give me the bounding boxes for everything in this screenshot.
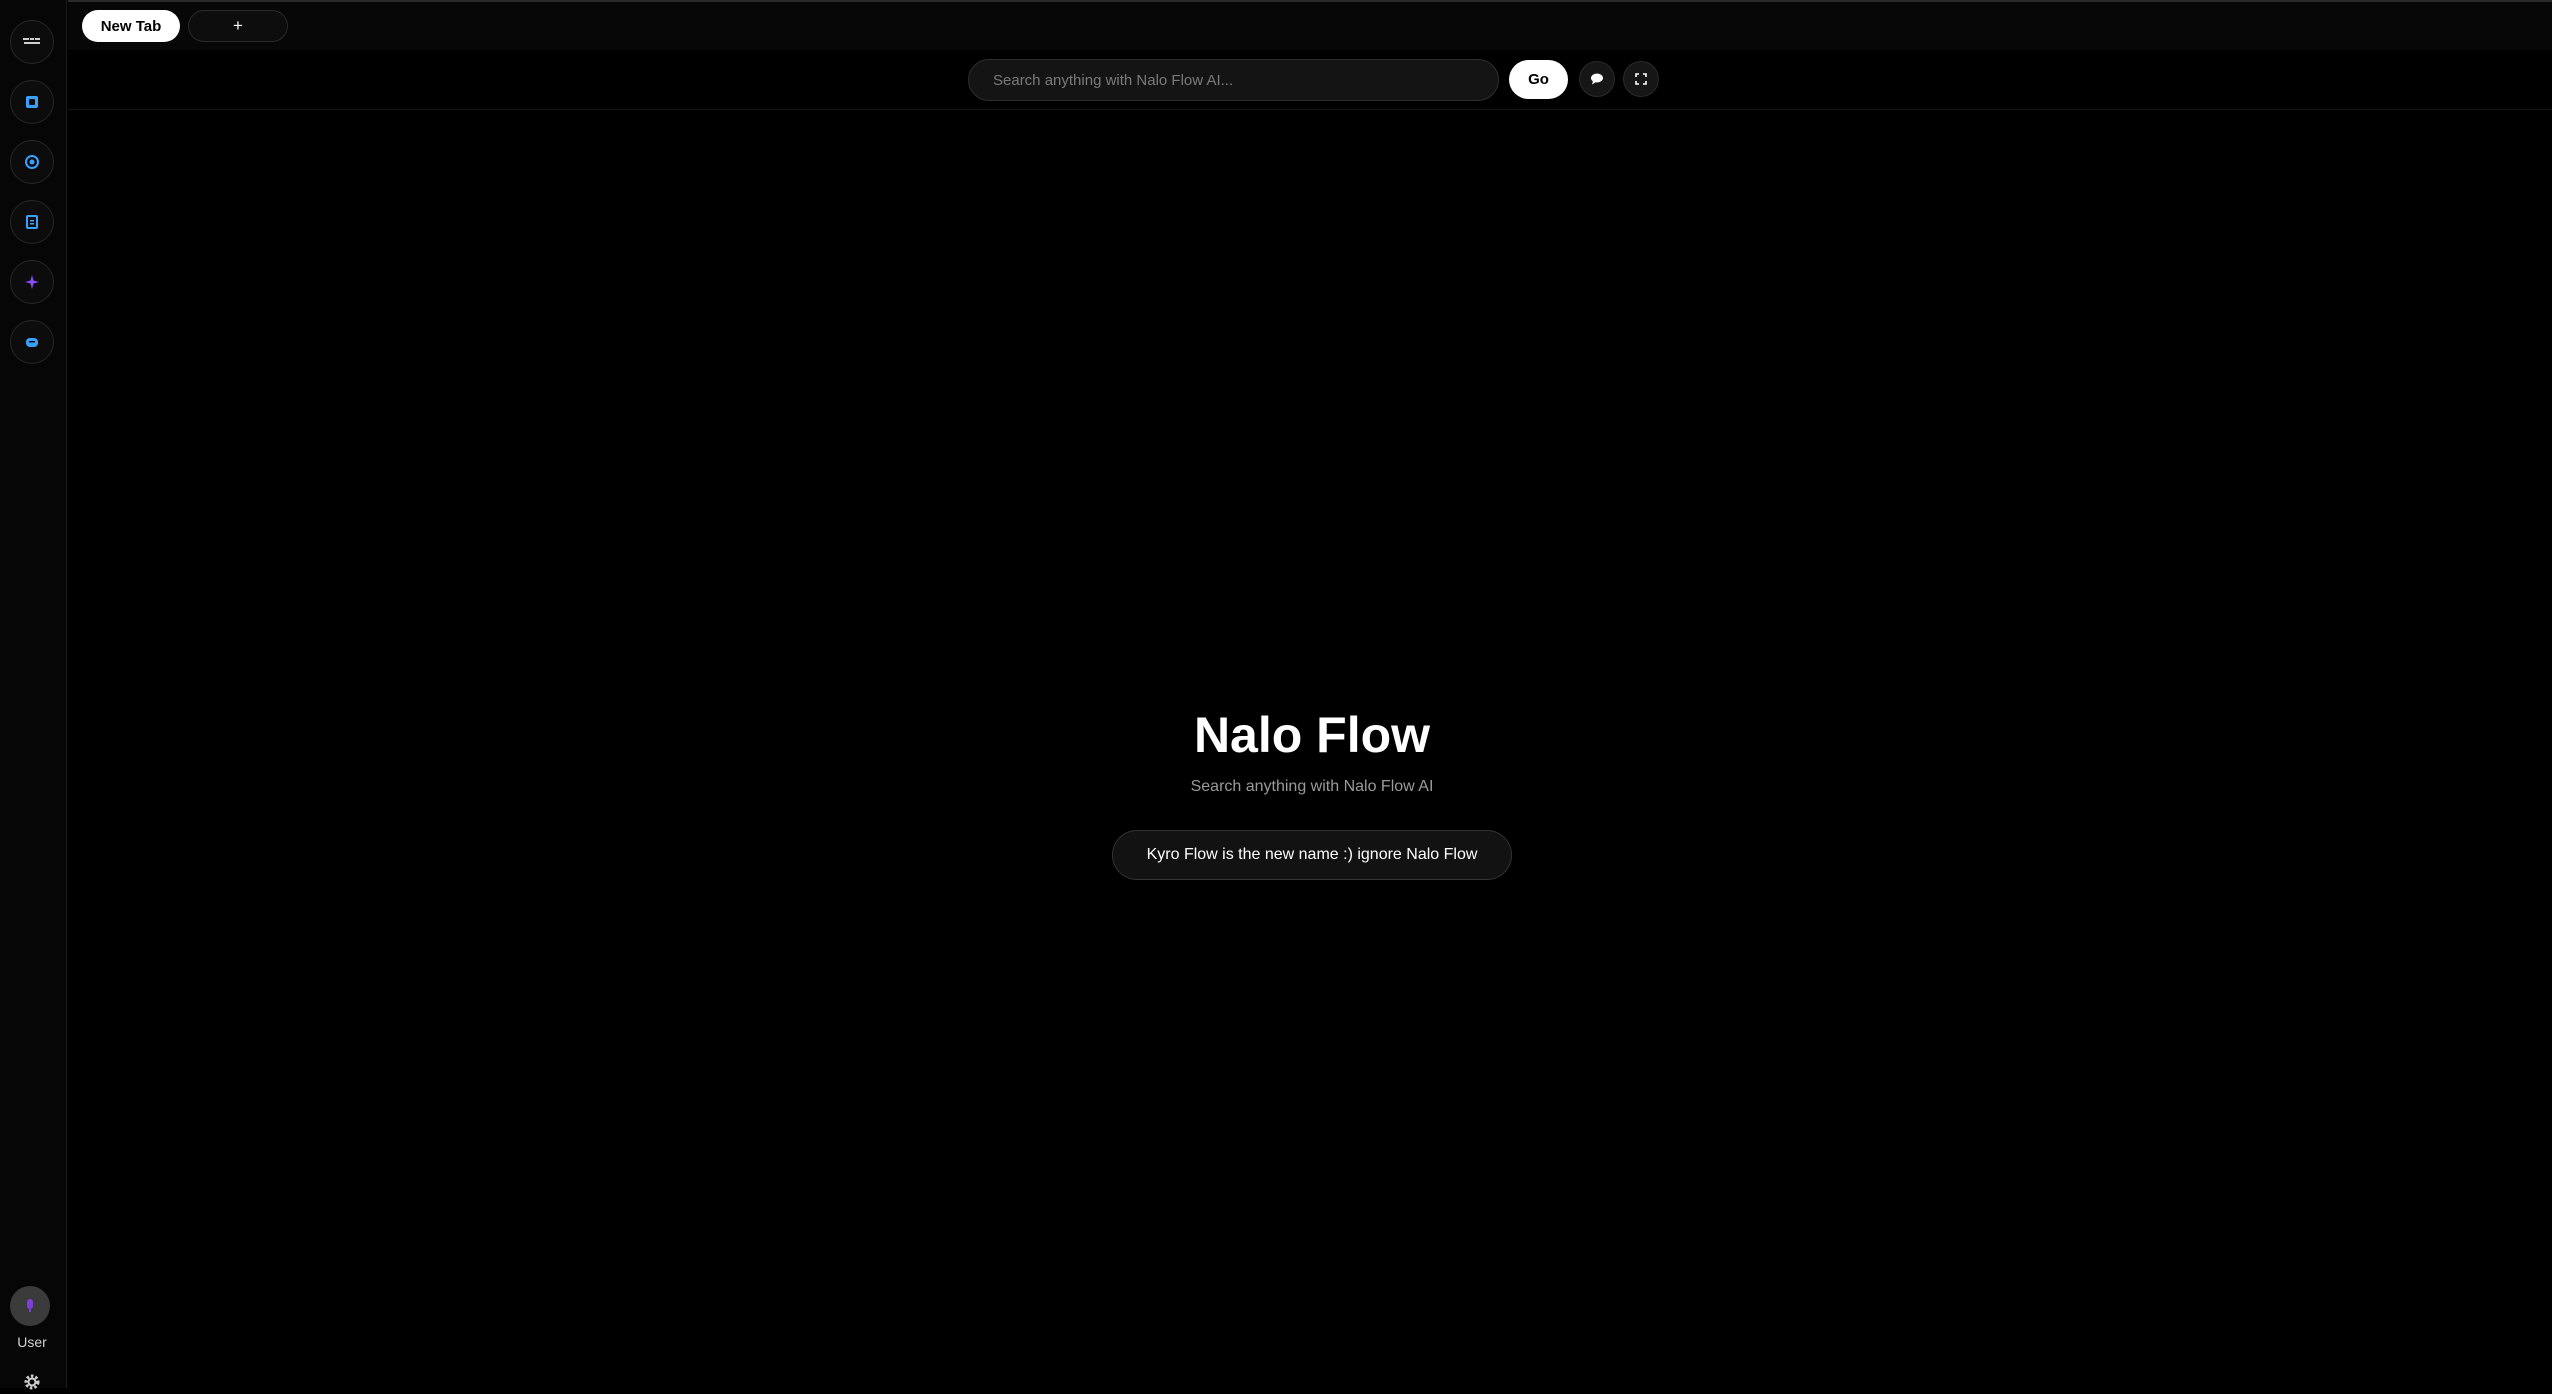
add-tab-button[interactable]: + — [188, 10, 288, 42]
mic-icon — [27, 1299, 33, 1312]
sparkle-icon — [25, 275, 39, 289]
search-input[interactable] — [968, 59, 1499, 101]
gamepad-icon — [26, 338, 38, 347]
logo-icon — [23, 38, 40, 44]
sidebar-item-notes[interactable] — [10, 200, 54, 244]
sidebar-item-games[interactable] — [10, 320, 54, 364]
sidebar-item-apps[interactable] — [10, 80, 54, 124]
page-subtitle: Search anything with Nalo Flow AI — [1190, 778, 1434, 795]
fullscreen-button[interactable] — [1623, 61, 1659, 97]
rename-notice: Kyro Flow is the new name :) ignore Nalo… — [1112, 830, 1512, 880]
tab-bar: New Tab + — [68, 0, 2552, 50]
square-icon — [26, 96, 38, 108]
go-button[interactable]: Go — [1509, 60, 1568, 99]
avatar[interactable] — [10, 1286, 50, 1326]
page-title: Nalo Flow — [1193, 707, 1431, 763]
settings-button[interactable] — [20, 1370, 44, 1394]
search-toolbar: Go — [68, 50, 2552, 110]
sidebar-item-home[interactable] — [10, 20, 54, 64]
tab-new-tab[interactable]: New Tab — [82, 10, 180, 42]
gear-icon — [24, 1374, 40, 1390]
sidebar: User — [0, 0, 67, 1390]
chat-bubble-icon — [1591, 73, 1603, 85]
user-label: User — [17, 1334, 47, 1350]
document-icon — [26, 215, 38, 229]
target-icon — [25, 155, 39, 169]
chat-button[interactable] — [1579, 61, 1615, 97]
fullscreen-icon — [1635, 73, 1647, 85]
sidebar-item-discover[interactable] — [10, 140, 54, 184]
sidebar-item-ai[interactable] — [10, 260, 54, 304]
